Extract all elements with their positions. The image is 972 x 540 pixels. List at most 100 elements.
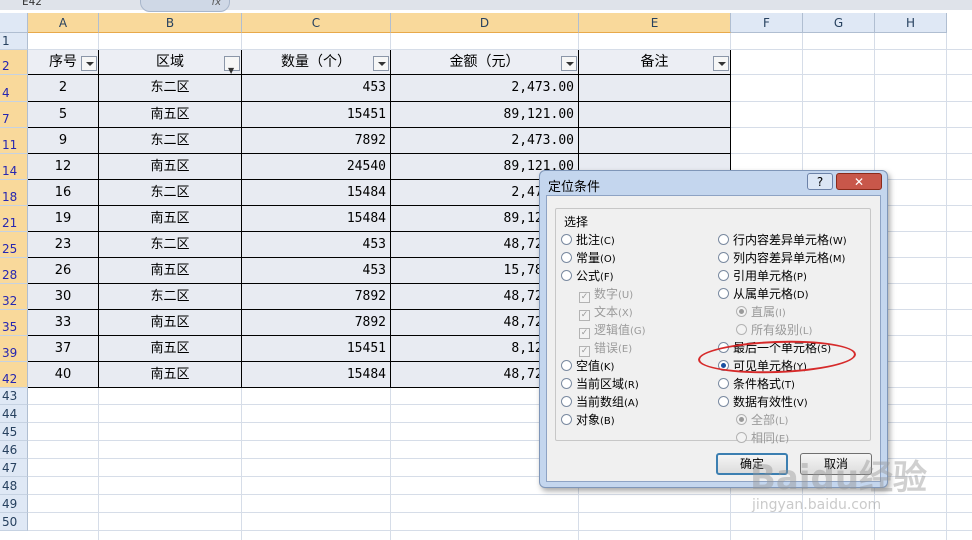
table-header-cell[interactable]: 金额（元） <box>391 50 579 75</box>
row-header-14[interactable]: 14 <box>0 154 28 180</box>
table-cell[interactable]: 东二区 <box>99 232 242 258</box>
table-header-cell[interactable]: 区域 <box>99 50 242 83</box>
row-header-11[interactable]: 11 <box>0 128 28 154</box>
table-cell[interactable]: 453 <box>242 75 391 102</box>
select-all-corner[interactable] <box>0 13 28 33</box>
table-cell[interactable]: 7892 <box>242 310 391 336</box>
table-cell[interactable]: 南五区 <box>99 258 242 284</box>
table-cell[interactable] <box>579 102 731 128</box>
table-cell[interactable]: 南五区 <box>99 154 242 180</box>
table-cell[interactable]: 26 <box>28 258 99 284</box>
table-cell[interactable]: 89,121.00 <box>391 102 579 128</box>
row-header-35[interactable]: 35 <box>0 310 28 336</box>
table-cell[interactable]: 40 <box>28 362 99 388</box>
table-cell[interactable]: 33 <box>28 310 99 336</box>
table-cell[interactable]: 7892 <box>242 128 391 154</box>
left-option[interactable]: 当前数组(A) <box>561 394 639 410</box>
filter-dropdown-icon[interactable] <box>373 56 389 71</box>
table-cell[interactable]: 东二区 <box>99 128 242 154</box>
row-header-28[interactable]: 28 <box>0 258 28 284</box>
table-cell[interactable]: 16 <box>28 180 99 206</box>
row-header-25[interactable]: 25 <box>0 232 28 258</box>
row-header-4[interactable]: 4 <box>0 75 28 102</box>
column-header-g[interactable]: G <box>803 13 875 33</box>
row-header-39[interactable]: 39 <box>0 336 28 362</box>
table-cell[interactable] <box>579 75 731 102</box>
table-cell[interactable]: 2,473.00 <box>391 75 579 102</box>
right-option[interactable]: 列内容差异单元格(M) <box>718 250 845 266</box>
row-header-32[interactable]: 32 <box>0 284 28 310</box>
column-header-h[interactable]: H <box>875 13 947 33</box>
table-header-cell[interactable]: 备注 <box>579 50 731 75</box>
table-cell[interactable]: 南五区 <box>99 102 242 128</box>
table-cell[interactable]: 19 <box>28 206 99 232</box>
table-cell[interactable]: 15484 <box>242 362 391 388</box>
filter-dropdown-icon[interactable] <box>81 56 97 71</box>
filter-active-icon[interactable] <box>224 56 240 83</box>
filter-dropdown-icon[interactable] <box>713 56 729 71</box>
row-header-1[interactable]: 1 <box>0 33 28 50</box>
column-header-b[interactable]: B <box>99 13 242 33</box>
table-cell[interactable]: 15484 <box>242 206 391 232</box>
right-option[interactable]: 行内容差异单元格(W) <box>718 232 847 248</box>
table-cell[interactable]: 东二区 <box>99 180 242 206</box>
row-header-21[interactable]: 21 <box>0 206 28 232</box>
table-cell[interactable]: 23 <box>28 232 99 258</box>
column-header-c[interactable]: C <box>242 13 391 33</box>
column-header-e[interactable]: E <box>579 13 731 33</box>
row-header-49[interactable]: 49 <box>0 495 28 513</box>
table-cell[interactable]: 东二区 <box>99 284 242 310</box>
row-header-2[interactable]: 2 <box>0 50 28 75</box>
table-cell[interactable]: 南五区 <box>99 336 242 362</box>
table-cell[interactable]: 37 <box>28 336 99 362</box>
left-option[interactable]: 批注(C) <box>561 232 615 248</box>
table-cell[interactable]: 2 <box>28 75 99 102</box>
table-cell[interactable]: 15451 <box>242 336 391 362</box>
left-option[interactable]: 常量(O) <box>561 250 616 266</box>
table-cell[interactable]: 南五区 <box>99 206 242 232</box>
row-header-44[interactable]: 44 <box>0 405 28 423</box>
table-cell[interactable]: 30 <box>28 284 99 310</box>
table-cell[interactable]: 453 <box>242 258 391 284</box>
filter-dropdown-icon[interactable] <box>561 56 577 71</box>
right-option[interactable]: 数据有效性(V) <box>718 394 808 410</box>
left-option[interactable]: 当前区域(R) <box>561 376 639 392</box>
table-header-cell[interactable]: 数量（个） <box>242 50 391 75</box>
column-header-d[interactable]: D <box>391 13 579 33</box>
table-cell[interactable]: 9 <box>28 128 99 154</box>
right-option[interactable]: 从属单元格(D) <box>718 286 809 302</box>
table-cell[interactable]: 15451 <box>242 102 391 128</box>
name-box[interactable]: E42 <box>22 0 152 9</box>
row-header-47[interactable]: 47 <box>0 459 28 477</box>
row-header-43[interactable]: 43 <box>0 388 28 405</box>
row-header-42[interactable]: 42 <box>0 362 28 388</box>
left-option[interactable]: 公式(F) <box>561 268 614 284</box>
table-cell[interactable]: 南五区 <box>99 310 242 336</box>
table-header-cell[interactable]: 序号 <box>28 50 99 75</box>
help-button[interactable]: ? <box>807 173 833 190</box>
function-button[interactable]: fx <box>140 0 230 12</box>
table-cell[interactable]: 5 <box>28 102 99 128</box>
row-header-48[interactable]: 48 <box>0 477 28 495</box>
table-cell[interactable]: 7892 <box>242 284 391 310</box>
right-option[interactable]: 条件格式(T) <box>718 376 795 392</box>
row-header-50[interactable]: 50 <box>0 513 28 531</box>
table-cell[interactable]: 453 <box>242 232 391 258</box>
table-cell[interactable]: 南五区 <box>99 362 242 388</box>
close-button[interactable]: ✕ <box>836 173 882 190</box>
table-cell[interactable]: 12 <box>28 154 99 180</box>
table-cell[interactable]: 15484 <box>242 180 391 206</box>
table-cell[interactable]: 2,473.00 <box>391 128 579 154</box>
column-header-f[interactable]: F <box>731 13 803 33</box>
table-cell[interactable]: 24540 <box>242 154 391 180</box>
table-cell[interactable]: 东二区 <box>99 75 242 102</box>
left-option[interactable]: 空值(K) <box>561 358 614 374</box>
row-header-46[interactable]: 46 <box>0 441 28 459</box>
column-header-a[interactable]: A <box>28 13 99 33</box>
row-header-18[interactable]: 18 <box>0 180 28 206</box>
right-option[interactable]: 引用单元格(P) <box>718 268 807 284</box>
table-cell[interactable] <box>579 128 731 154</box>
row-header-7[interactable]: 7 <box>0 102 28 128</box>
row-header-45[interactable]: 45 <box>0 423 28 441</box>
left-option[interactable]: 对象(B) <box>561 412 615 428</box>
